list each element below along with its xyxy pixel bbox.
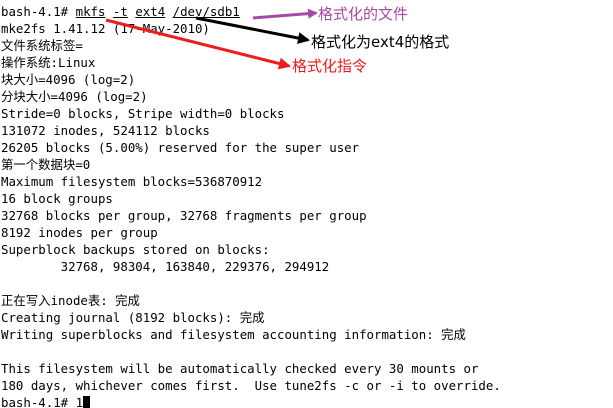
output-line: Creating journal (8192 blocks): 完成 — [1, 310, 265, 325]
output-line: 块大小=4096 (log=2) — [1, 72, 136, 87]
fstype-annotation-label: 格式化为ext4的格式 — [311, 33, 450, 51]
command-option: -t — [112, 4, 128, 19]
output-line: Stride=0 blocks, Stripe width=0 blocks — [1, 106, 285, 121]
command-program: mkfs — [75, 4, 106, 19]
device-annotation-label: 格式化的文件 — [318, 5, 409, 23]
output-line: 26205 blocks (5.00%) reserved for the su… — [1, 140, 360, 155]
output-line: 文件系统标签= — [1, 38, 83, 53]
command-annotation-label: 格式化指令 — [292, 57, 368, 75]
output-line: 正在写入inode表: 完成 — [1, 293, 140, 308]
output-line: This filesystem will be automatically ch… — [1, 361, 479, 376]
output-line: 32768 blocks per group, 32768 fragments … — [1, 208, 367, 223]
output-line: 第一个数据块=0 — [1, 157, 91, 172]
output-line: 131072 inodes, 524112 blocks — [1, 123, 210, 138]
command-line: bash-4.1# mkfs -t ext4 /dev/sdb1 — [1, 3, 240, 20]
output-line: 操作系统:Linux — [1, 55, 96, 70]
output-line: mke2fs 1.41.12 (17-May-2010) — [1, 21, 210, 36]
command-device: /dev/sdb1 — [172, 4, 240, 19]
output-line: Maximum filesystem blocks=536870912 — [1, 174, 263, 189]
output-line: 8192 inodes per group — [1, 225, 158, 240]
output-line: 16 block groups — [1, 191, 113, 206]
output-line: 32768, 98304, 163840, 229376, 294912 — [1, 259, 330, 274]
output-line: Superblock backups stored on blocks: — [1, 242, 270, 257]
final-prompt-line[interactable]: bash-4.1# 1 — [1, 394, 91, 408]
text-cursor — [83, 396, 91, 408]
output-line: 分块大小=4096 (log=2) — [1, 89, 148, 104]
typed-input: 1 — [75, 395, 84, 408]
prompt: bash-4.1# — [1, 4, 76, 19]
output-line: Writing superblocks and filesystem accou… — [1, 327, 466, 342]
command-fstype: ext4 — [135, 4, 166, 19]
output-line: 180 days, whichever comes first. Use tun… — [1, 378, 501, 393]
prompt: bash-4.1# — [1, 395, 76, 408]
